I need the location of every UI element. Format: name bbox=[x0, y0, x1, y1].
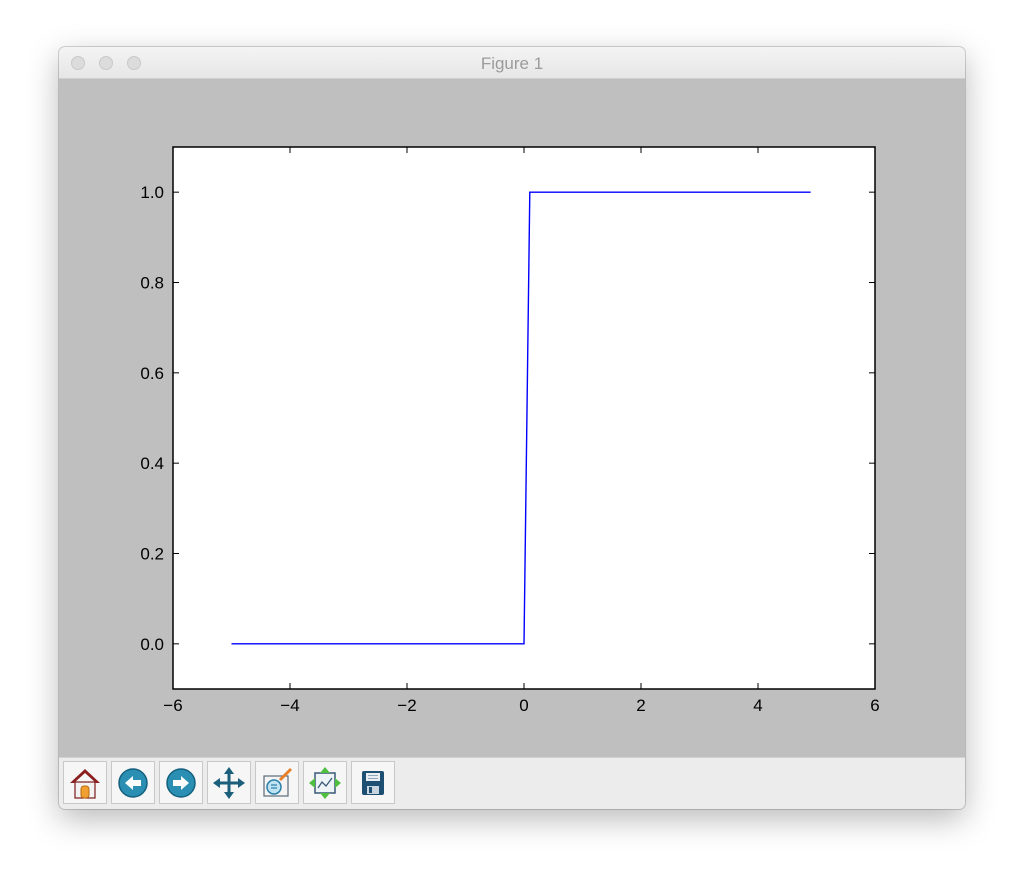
y-tick-label: 1.0 bbox=[140, 183, 164, 202]
pan-icon bbox=[213, 766, 245, 799]
x-tick-label: −2 bbox=[397, 696, 416, 715]
back-icon bbox=[118, 767, 148, 798]
x-tick-label: 2 bbox=[636, 696, 645, 715]
plot-svg: −6 −4 −2 0 2 4 6 0.0 0.2 0.4 0.6 0.8 1.0 bbox=[140, 146, 880, 715]
configure-subplots-icon bbox=[309, 766, 341, 799]
back-button[interactable] bbox=[111, 761, 155, 804]
x-tick-label: 0 bbox=[519, 696, 528, 715]
zoom-to-rect-icon bbox=[263, 767, 293, 797]
save-figure-button[interactable] bbox=[351, 761, 395, 804]
configure-subplots-button[interactable] bbox=[303, 761, 347, 804]
y-tick-label: 0.6 bbox=[140, 364, 164, 383]
title-bar[interactable]: Figure 1 bbox=[59, 47, 965, 79]
window-title: Figure 1 bbox=[480, 54, 544, 73]
forward-button[interactable] bbox=[159, 761, 203, 804]
x-tick-label: −4 bbox=[280, 696, 299, 715]
pan-button[interactable] bbox=[207, 761, 251, 804]
x-tick-label: 6 bbox=[870, 696, 879, 715]
home-button[interactable] bbox=[63, 761, 107, 804]
figure-window: Figure 1 −6 −4 −2 0 2 4 6 0.0 0.2 0.4 0.6 0.8 1.0 bbox=[59, 47, 965, 809]
save-icon bbox=[362, 770, 384, 795]
forward-icon bbox=[166, 767, 196, 798]
home-icon bbox=[70, 768, 100, 799]
figure-canvas[interactable]: −6 −4 −2 0 2 4 6 0.0 0.2 0.4 0.6 0.8 1.0 bbox=[59, 79, 965, 757]
y-tick-label: 0.4 bbox=[140, 454, 164, 473]
navigation-toolbar bbox=[59, 757, 965, 809]
y-tick-label: 0.2 bbox=[140, 545, 164, 564]
y-tick-label: 0.0 bbox=[140, 635, 164, 654]
x-tick-label: −6 bbox=[163, 696, 182, 715]
x-tick-label: 4 bbox=[753, 696, 762, 715]
y-tick-label: 0.8 bbox=[140, 274, 164, 293]
zoom-to-rect-button[interactable] bbox=[255, 761, 299, 804]
